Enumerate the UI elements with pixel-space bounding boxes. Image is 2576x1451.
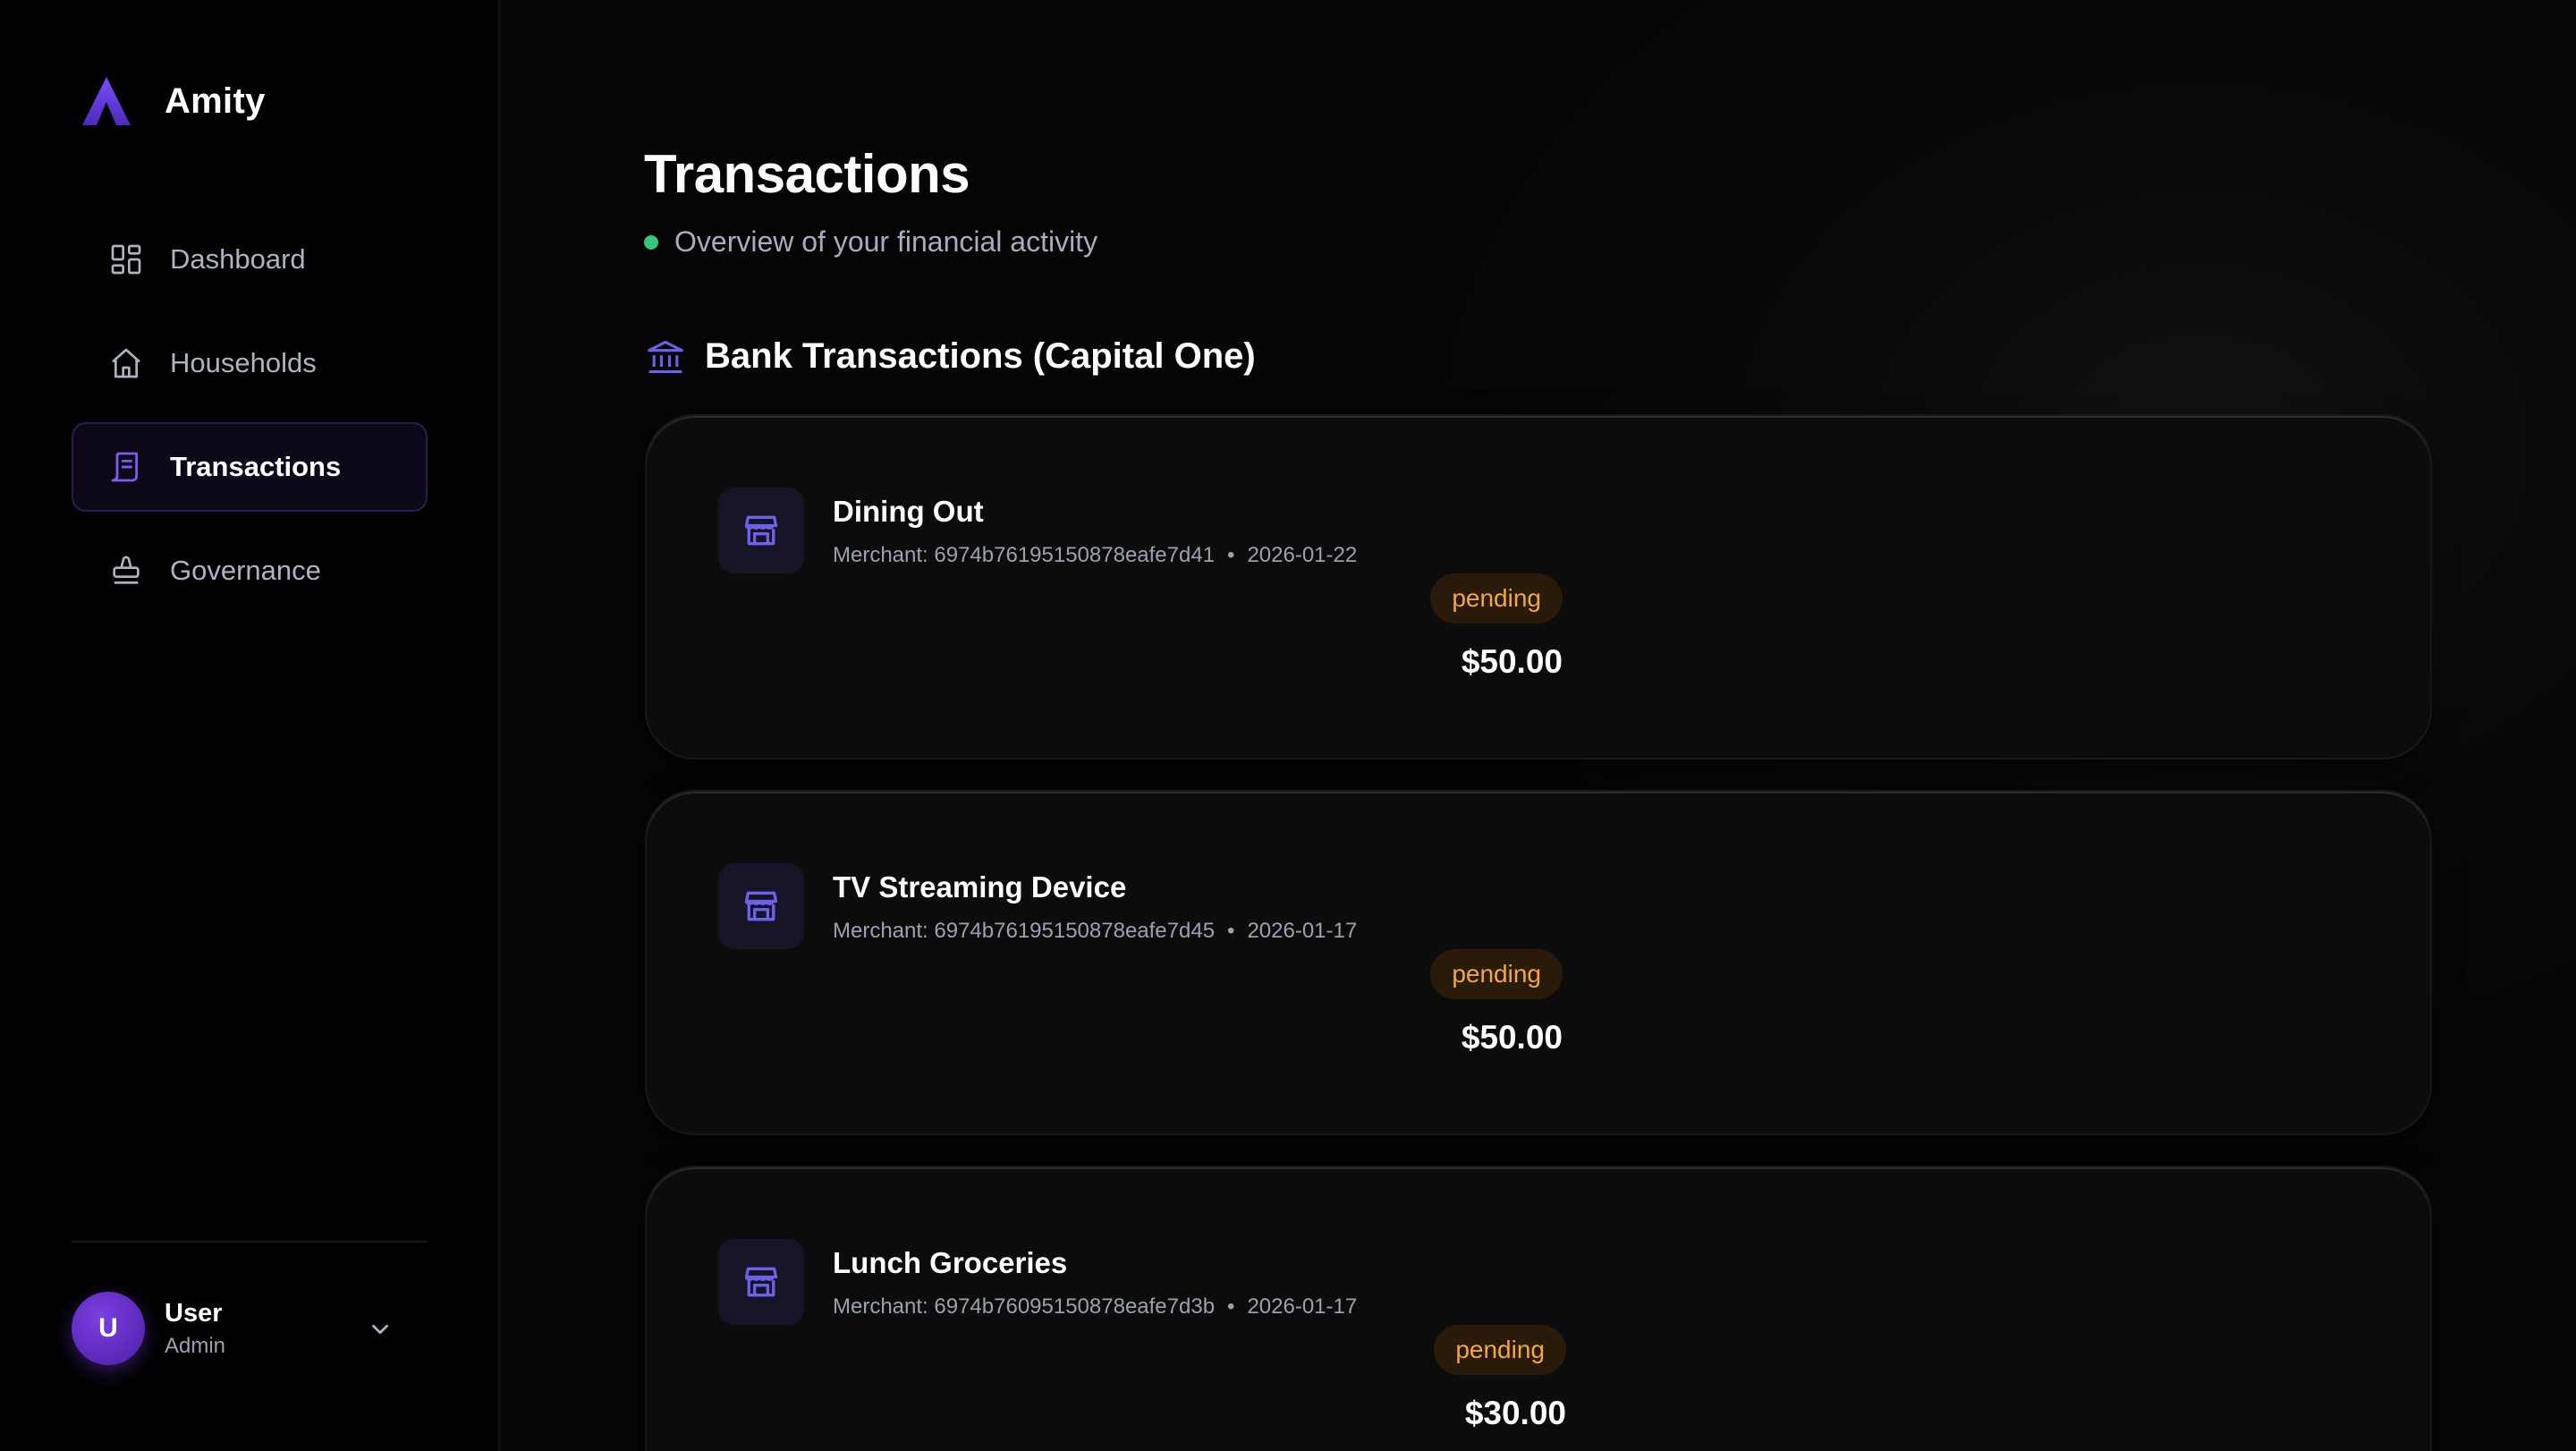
store-icon — [718, 863, 804, 949]
section-title: Bank Transactions (Capital One) — [705, 336, 1256, 376]
transaction-meta: Merchant: 6974b76095150878eafe7d3b • 2026-… — [833, 1294, 1357, 1319]
avatar: U — [72, 1292, 145, 1365]
brand[interactable]: Amity — [80, 75, 266, 127]
transaction-amount: $50.00 — [1461, 643, 1563, 680]
status-badge: pending — [1430, 573, 1563, 624]
user-name: User — [165, 1298, 223, 1328]
user-role: Admin — [165, 1333, 226, 1358]
transaction-card[interactable]: Lunch Groceries Merchant: 6974b760951508… — [645, 1166, 2432, 1451]
sidebar: Amity Dashboard Households Transactions … — [0, 0, 500, 1451]
sidebar-nav: Dashboard Households Transactions Govern… — [72, 215, 428, 630]
receipt-icon — [107, 448, 145, 486]
bank-icon — [648, 340, 683, 373]
transaction-card[interactable]: Dining Out Merchant: 6974b76195150878eaf… — [645, 414, 2432, 759]
section-header: Bank Transactions (Capital One) — [646, 336, 1256, 377]
transaction-amount: $30.00 — [1464, 1395, 1566, 1431]
store-icon — [718, 488, 804, 573]
brand-name: Amity — [165, 81, 266, 121]
sidebar-item-label: Households — [170, 347, 317, 378]
transaction-date: 2026-01-17 — [1247, 1294, 1358, 1319]
sidebar-item-governance[interactable]: Governance — [72, 526, 428, 615]
sidebar-item-dashboard[interactable]: Dashboard — [72, 215, 428, 304]
home-icon — [107, 344, 145, 382]
transaction-date: 2026-01-22 — [1247, 543, 1358, 567]
transaction-name: Lunch Groceries — [833, 1246, 1068, 1279]
sidebar-item-label: Transactions — [170, 451, 342, 482]
page-subtitle: Overview of your financial activity — [644, 225, 1097, 259]
sidebar-item-households[interactable]: Households — [72, 318, 428, 408]
transaction-date: 2026-01-17 — [1247, 919, 1358, 943]
amity-logo-icon — [82, 77, 131, 125]
transaction-name: TV Streaming Device — [833, 870, 1127, 904]
meta-separator: • — [1227, 919, 1235, 943]
transaction-amount: $50.00 — [1461, 1019, 1563, 1056]
main-content: Transactions Overview of your financial … — [502, 0, 2576, 1451]
status-badge: pending — [1434, 1325, 1566, 1375]
merchant-id: Merchant: 6974b76095150878eafe7d3b — [833, 1294, 1216, 1319]
user-menu[interactable]: U User Admin — [72, 1291, 428, 1366]
app-root: Amity Dashboard Households Transactions … — [0, 0, 2576, 1451]
status-badge: pending — [1430, 949, 1563, 999]
merchant-id: Merchant: 6974b76195150878eafe7d41 — [833, 543, 1216, 567]
store-icon — [718, 1239, 804, 1325]
transaction-meta: Merchant: 6974b76195150878eafe7d41 • 2026-… — [833, 543, 1357, 568]
stamp-icon — [107, 552, 145, 590]
sidebar-divider — [72, 1241, 428, 1243]
subtitle-text: Overview of your financial activity — [674, 225, 1098, 258]
sidebar-item-label: Dashboard — [170, 243, 306, 275]
page-title: Transactions — [644, 144, 970, 204]
status-dot — [644, 234, 658, 250]
transaction-name: Dining Out — [833, 495, 984, 528]
meta-separator: • — [1227, 1294, 1235, 1319]
transaction-meta: Merchant: 6974b76195150878eafe7d45 • 2026-… — [833, 919, 1357, 944]
sidebar-item-transactions[interactable]: Transactions — [72, 422, 428, 512]
dashboard-icon — [107, 241, 145, 278]
meta-separator: • — [1227, 543, 1235, 567]
sidebar-item-label: Governance — [170, 555, 321, 586]
merchant-id: Merchant: 6974b76195150878eafe7d45 — [833, 919, 1216, 943]
transaction-card[interactable]: TV Streaming Device Merchant: 6974b76195… — [645, 790, 2432, 1135]
user-info: User Admin — [165, 1299, 225, 1359]
chevron-down-icon[interactable] — [367, 1316, 394, 1343]
